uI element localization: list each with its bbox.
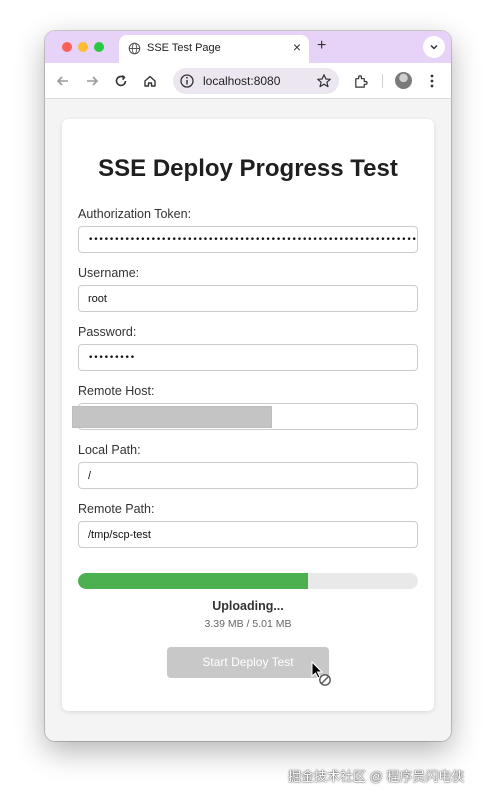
remote-host-field: [72, 403, 418, 430]
upload-size: 3.39 MB / 5.01 MB: [204, 618, 292, 630]
local-path-input[interactable]: [78, 462, 418, 489]
globe-icon: [128, 42, 141, 55]
not-allowed-cursor-icon: [311, 661, 331, 686]
more-vertical-icon: [430, 74, 434, 88]
profile-avatar[interactable]: [395, 72, 412, 89]
puzzle-icon: [354, 74, 368, 88]
tab-bar: SSE Test Page × +: [45, 31, 451, 63]
watermark-text: 掘金技术社区 @ 程序员闪电侠: [288, 769, 465, 784]
tab-active[interactable]: SSE Test Page ×: [119, 35, 309, 63]
remote-host-label: Remote Host:: [78, 384, 155, 398]
new-tab-button[interactable]: +: [317, 37, 326, 55]
minimize-window-button[interactable]: [78, 42, 88, 52]
bookmark-star-icon[interactable]: [316, 73, 332, 89]
extensions-button[interactable]: [350, 71, 370, 91]
upload-status: Uploading...: [212, 599, 284, 613]
password-input[interactable]: [78, 344, 418, 371]
chevron-down-icon: [430, 44, 438, 50]
token-label: Authorization Token:: [78, 207, 192, 221]
arrow-left-icon: [56, 76, 68, 86]
tab-search-button[interactable]: [423, 36, 445, 58]
progress-fill: [78, 573, 308, 589]
toolbar-divider: [382, 74, 383, 88]
remote-path-label: Remote Path:: [78, 502, 155, 516]
tab-title: SSE Test Page: [147, 42, 221, 54]
progress-bar: [78, 573, 418, 589]
token-input[interactable]: [78, 226, 418, 253]
site-info-icon[interactable]: [179, 73, 195, 89]
home-button[interactable]: [140, 71, 160, 91]
page-title: SSE Deploy Progress Test: [98, 155, 398, 182]
remote-path-input[interactable]: [78, 521, 418, 548]
reload-icon: [115, 74, 127, 87]
browser-menu-button[interactable]: [422, 71, 442, 91]
redaction-block: [72, 406, 272, 428]
local-path-label: Local Path:: [78, 443, 141, 457]
back-button[interactable]: [53, 71, 73, 91]
tab-close-button[interactable]: ×: [293, 40, 301, 54]
start-deploy-button[interactable]: Start Deploy Test: [167, 647, 329, 678]
password-label: Password:: [78, 325, 137, 339]
username-input[interactable]: [78, 285, 418, 312]
browser-toolbar: localhost:8080: [45, 63, 451, 99]
deploy-form-card: SSE Deploy Progress Test Authorization T…: [62, 119, 434, 711]
page-content: SSE Deploy Progress Test Authorization T…: [45, 99, 451, 741]
browser-window: SSE Test Page × + localhost:8080 SSE Dep…: [45, 31, 451, 741]
reload-button[interactable]: [111, 71, 131, 91]
arrow-right-icon: [87, 76, 99, 86]
username-label: Username:: [78, 266, 140, 280]
address-bar[interactable]: localhost:8080: [173, 68, 339, 94]
close-window-button[interactable]: [62, 42, 72, 52]
address-url: localhost:8080: [203, 74, 281, 88]
maximize-window-button[interactable]: [94, 42, 104, 52]
home-icon: [144, 75, 156, 87]
forward-button[interactable]: [82, 71, 102, 91]
